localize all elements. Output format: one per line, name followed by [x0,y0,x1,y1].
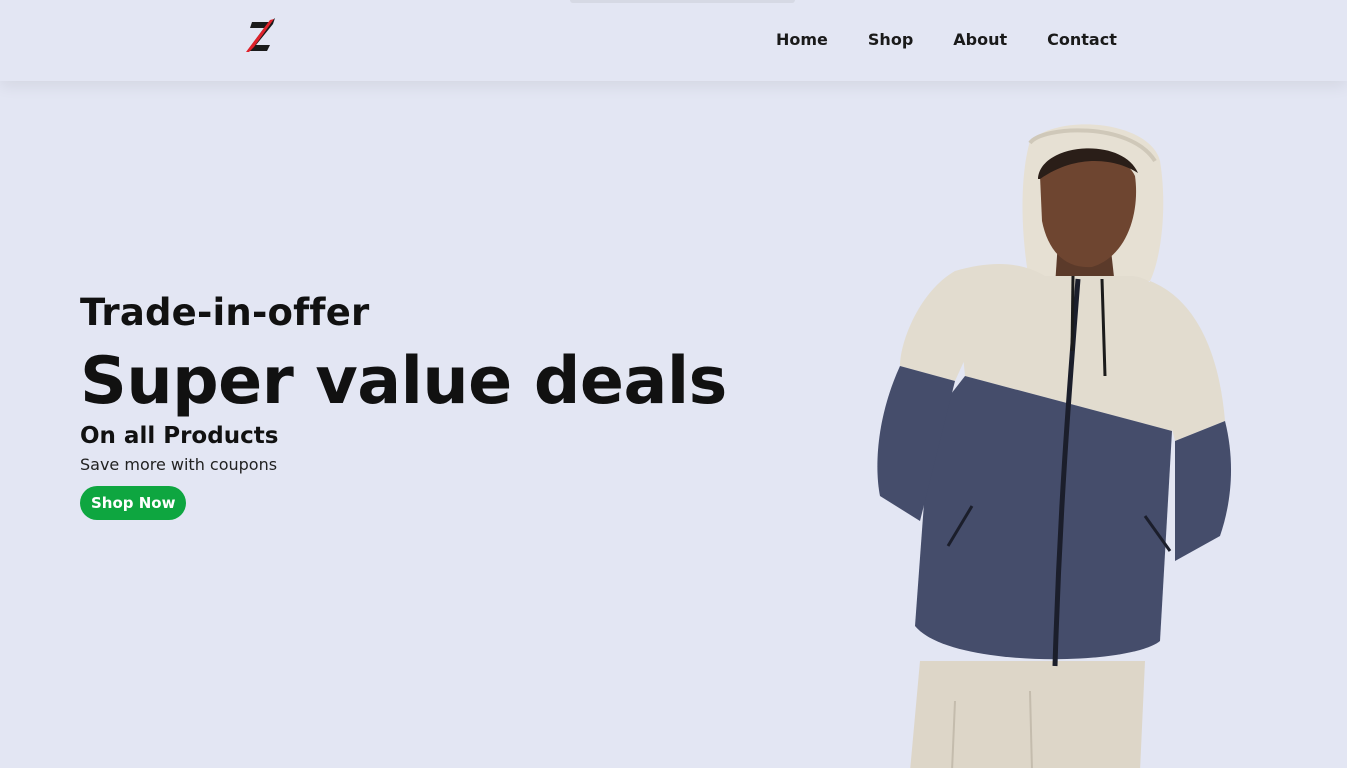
nav-shop[interactable]: Shop [848,28,933,51]
main-nav: Home Shop About Contact [756,28,1137,51]
z-logo-icon[interactable]: Z [240,16,288,56]
hero-sub-headline: On all Products [80,423,279,449]
site-header: Z Home Shop About Contact [0,0,1347,81]
nav-about[interactable]: About [933,28,1027,51]
hero-tagline: Save more with coupons [80,455,278,474]
header-highlight-bar [570,0,795,3]
shop-now-button[interactable]: Shop Now [80,486,187,520]
hero-headline: Super value deals [80,344,727,419]
hero-model-image [877,124,1232,768]
hero-kicker: Trade-in-offer [80,291,370,334]
nav-home[interactable]: Home [756,28,848,51]
nav-contact[interactable]: Contact [1027,28,1137,51]
hero-text: Trade-in-offer Super value deals On all … [80,291,727,520]
hero-section: Trade-in-offer Super value deals On all … [0,81,1347,768]
